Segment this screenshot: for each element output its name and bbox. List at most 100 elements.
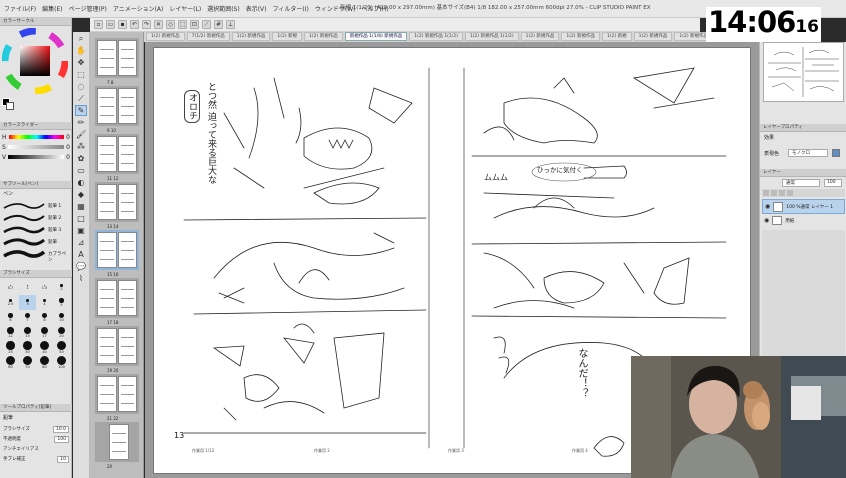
color-wheel[interactable] — [1, 27, 69, 95]
brush-size-option[interactable]: 4 — [36, 295, 53, 310]
clip-layer-icon[interactable] — [779, 190, 785, 196]
selection-tool-icon[interactable]: ⬚ — [76, 70, 86, 79]
document-tab[interactable]: 1(2) 新規作品 — [304, 32, 343, 41]
menu-edit[interactable]: 編集(E) — [42, 4, 62, 13]
snap-grid-icon[interactable]: # — [214, 20, 223, 29]
brush-size-option[interactable]: 1.5 — [36, 280, 53, 295]
gradient-tool-icon[interactable]: ▦ — [76, 202, 86, 211]
prop-value[interactable]: 10.0 — [52, 425, 69, 433]
balloon-tool-icon[interactable]: 💬 — [76, 262, 86, 271]
deselect-icon[interactable]: ⬚ — [178, 20, 187, 29]
brush-item[interactable]: 鉛筆 2 — [2, 212, 70, 224]
brush-item[interactable]: 鉛筆 3 — [2, 224, 70, 236]
page-thumbnail[interactable]: 19 20 — [95, 326, 139, 373]
brush-size-option[interactable]: 3 — [19, 295, 36, 310]
eye-icon[interactable]: ◉ — [764, 217, 769, 224]
brush-size-option[interactable]: 5 — [53, 295, 70, 310]
page-thumbnail[interactable]: 15 16 — [95, 230, 139, 277]
hand-tool-icon[interactable]: ✋ — [76, 46, 86, 55]
value-slider[interactable] — [8, 155, 65, 159]
decoration-tool-icon[interactable]: ✿ — [76, 154, 86, 163]
menu-selection[interactable]: 選択範囲(S) — [207, 4, 240, 13]
menu-page[interactable]: ページ管理(P) — [69, 4, 107, 13]
pen-tool-icon[interactable]: ✎ — [75, 105, 87, 116]
brush-size-option[interactable]: 17 — [36, 325, 53, 340]
menu-filter[interactable]: フィルター(I) — [273, 4, 309, 13]
eye-icon[interactable]: ◉ — [765, 203, 770, 210]
move-tool-icon[interactable]: ✥ — [76, 58, 86, 67]
brush-size-option[interactable]: 60 — [2, 355, 19, 370]
brush-size-option[interactable]: 2.5 — [2, 295, 19, 310]
new-layer-icon[interactable] — [763, 190, 769, 196]
blend-tool-icon[interactable]: ◐ — [76, 178, 86, 187]
snap-ruler-icon[interactable]: ⟋ — [202, 20, 211, 29]
new-file-icon[interactable]: ▫ — [94, 20, 103, 29]
menu-file[interactable]: ファイル(F) — [4, 4, 36, 13]
navigator-preview[interactable] — [763, 42, 844, 102]
brush-item[interactable]: 鉛筆 1 — [2, 200, 70, 212]
document-tab[interactable]: 1(2) 新規作品 1(1/2) — [409, 32, 463, 41]
fill-tool-icon[interactable]: ◆ — [76, 190, 86, 199]
document-tab[interactable]: 1(2) 新規 — [272, 32, 303, 41]
invert-selection-icon[interactable]: ⊡ — [190, 20, 199, 29]
hue-slider[interactable] — [8, 135, 65, 139]
prop-value[interactable]: 100 — [54, 435, 69, 443]
brush-size-option[interactable]: 20 — [53, 325, 70, 340]
layer-color-swatch[interactable] — [832, 149, 840, 157]
brush-size-option[interactable]: 30 — [19, 340, 36, 355]
brush-size-option[interactable]: 12 — [2, 325, 19, 340]
open-file-icon[interactable]: ▭ — [106, 20, 115, 29]
pencil-tool-icon[interactable]: ✏ — [76, 118, 86, 127]
expression-color-select[interactable]: モノクロ — [788, 149, 828, 157]
frame-tool-icon[interactable]: ▣ — [76, 226, 86, 235]
document-tab[interactable]: 1(2) 新規作品 — [231, 32, 271, 41]
layer-row[interactable]: ◉ 用紙 — [762, 214, 845, 227]
sub-color-swatch[interactable] — [6, 102, 14, 110]
brush-size-option[interactable]: 10 — [53, 310, 70, 325]
brush-size-option[interactable]: 8 — [36, 310, 53, 325]
brush-size-option[interactable]: 1 — [19, 280, 36, 295]
subtool-group-label[interactable]: ペン — [3, 190, 13, 197]
page-thumbnail[interactable]: 11 12 — [95, 134, 139, 181]
document-tab[interactable]: 1(2) 新規作品 — [520, 32, 560, 41]
layer-row[interactable]: ◉ 100 %通常 レイヤー 1 — [762, 199, 845, 214]
brush-size-option[interactable]: 100 — [53, 355, 70, 370]
document-tab[interactable]: 7(1/2) 新規作品 — [186, 32, 230, 41]
opacity-field[interactable]: 100 — [824, 179, 842, 187]
menu-animation[interactable]: アニメーション(A) — [113, 4, 164, 13]
brush-size-option[interactable]: 6 — [2, 310, 19, 325]
menu-layer[interactable]: レイヤー(L) — [169, 4, 201, 13]
save-icon[interactable]: ▪ — [118, 20, 127, 29]
saturation-slider[interactable] — [7, 145, 65, 149]
brush-size-option[interactable]: 70 — [19, 355, 36, 370]
brush-tool-icon[interactable]: 🖌 — [76, 130, 86, 139]
brush-size-option[interactable]: 80 — [36, 355, 53, 370]
page-thumbnail[interactable]: 20 — [95, 422, 139, 469]
brush-size-option[interactable]: 0.7 — [2, 280, 19, 295]
document-tab[interactable]: 1(2) 新規作品 — [561, 32, 600, 41]
brush-size-option[interactable]: 15 — [19, 325, 36, 340]
lock-icon[interactable] — [787, 190, 793, 196]
document-tab[interactable]: 1(2) 新規作品 — [146, 32, 185, 41]
correct-line-tool-icon[interactable]: ⌇ — [76, 274, 86, 283]
eraser-tool-icon[interactable]: ▭ — [76, 166, 86, 175]
page-thumbnail[interactable]: 7 8 — [95, 38, 139, 85]
brush-size-option[interactable]: 25 — [2, 340, 19, 355]
brush-item[interactable]: カブラペン — [2, 248, 70, 263]
lasso-tool-icon[interactable]: ◌ — [76, 82, 86, 91]
brush-size-option[interactable]: 7 — [19, 310, 36, 325]
document-tab[interactable]: 1(2) 新規作品 — [633, 32, 673, 41]
document-tab[interactable]: 新規作品 1(1/8) 新規作品 — [344, 32, 408, 41]
snap-perspective-icon[interactable]: ⟂ — [226, 20, 235, 29]
document-tab[interactable]: 1(2) 新規 — [602, 32, 632, 41]
menu-view[interactable]: 表示(V) — [246, 4, 267, 13]
brush-size-option[interactable]: 40 — [36, 340, 53, 355]
redo-icon[interactable]: ↷ — [142, 20, 151, 29]
brush-size-option[interactable]: 2 — [53, 280, 70, 295]
figure-tool-icon[interactable]: □ — [76, 214, 86, 223]
blend-mode-select[interactable]: 通常 — [782, 179, 820, 187]
text-tool-icon[interactable]: A — [76, 250, 86, 259]
page-thumbnail[interactable]: 21 22 — [95, 374, 139, 421]
prop-value[interactable]: 10 — [57, 455, 69, 463]
zoom-tool-icon[interactable]: ⌕ — [76, 34, 86, 43]
